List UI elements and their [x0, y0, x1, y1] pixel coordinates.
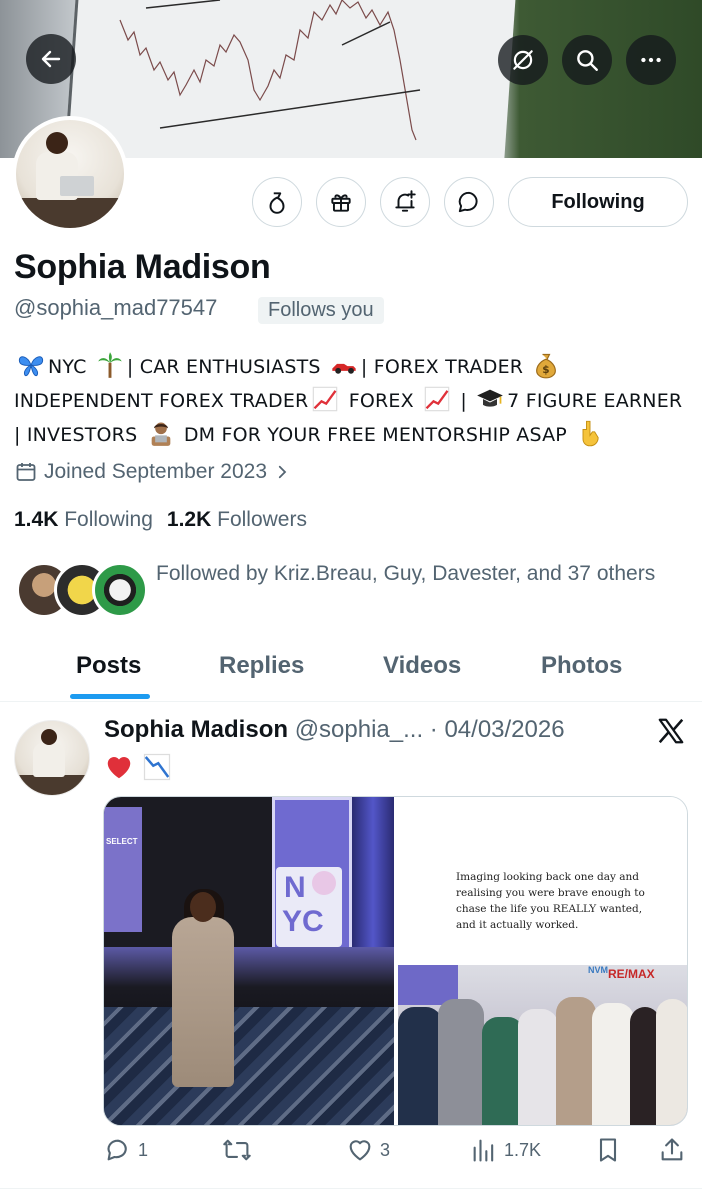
- bookmark-button[interactable]: [594, 1136, 622, 1164]
- chart-increasing-icon: [424, 386, 450, 412]
- followers-label: Followers: [217, 508, 307, 531]
- message-icon: [458, 191, 478, 213]
- repost-button[interactable]: [222, 1136, 258, 1164]
- following-count: 1.4K: [14, 508, 59, 531]
- tab-replies[interactable]: Replies: [219, 652, 304, 680]
- bio-text: INDEPENDENT FOREX TRADER: [14, 390, 309, 412]
- pointing-down-icon: [582, 420, 599, 447]
- explore-icon: [513, 50, 533, 70]
- bio-text: NYC: [48, 356, 87, 378]
- bio-text: FOREX: [348, 390, 414, 412]
- tip-icon: [269, 192, 285, 214]
- repost-icon: [223, 1139, 251, 1161]
- followers-count: 1.2K: [166, 508, 212, 531]
- like-button[interactable]: 3: [346, 1136, 390, 1164]
- svg-text:$: $: [543, 364, 551, 376]
- butterfly-icon: [18, 356, 44, 377]
- bio-text: |: [460, 390, 467, 412]
- joined-text: Joined September 2023: [44, 460, 267, 483]
- follows-you-badge: Follows you: [258, 297, 384, 324]
- nyc-sign: N YC: [276, 867, 342, 947]
- avatar: [92, 562, 148, 618]
- reply-button[interactable]: 1: [104, 1136, 148, 1164]
- palm-tree-icon: [98, 352, 122, 378]
- bookmark-icon: [599, 1138, 617, 1162]
- bio-text: | FOREX TRADER: [360, 356, 524, 378]
- like-count: 3: [380, 1139, 391, 1160]
- following-button[interactable]: Following: [508, 177, 688, 227]
- post-text: [104, 752, 172, 782]
- post-image-right[interactable]: Imaging looking back one day and realisi…: [398, 797, 687, 1125]
- calendar-icon: [16, 463, 36, 481]
- profile-bio: NYC | CAR ENTHUSIASTS | FOREX TRADER $ I…: [14, 350, 694, 452]
- post-author-name[interactable]: Sophia Madison: [104, 716, 288, 743]
- like-icon: [349, 1140, 371, 1161]
- followed-by-avatars[interactable]: [16, 562, 148, 620]
- post-author-avatar[interactable]: [14, 720, 90, 796]
- post-actions: 1 3 1.7K: [104, 1136, 688, 1172]
- follow-counts: 1.4K Following 1.2K Followers: [14, 508, 307, 532]
- followed-by-text[interactable]: Followed by Kriz.Breau, Guy, Davester, a…: [156, 558, 656, 590]
- active-tab-indicator: [70, 694, 150, 699]
- views-button[interactable]: 1.7K: [470, 1136, 541, 1164]
- share-icon: [661, 1138, 683, 1161]
- post-author-handle[interactable]: @sophia_...: [295, 716, 423, 743]
- following-link[interactable]: 1.4K Following: [14, 508, 153, 531]
- share-button[interactable]: [658, 1136, 686, 1164]
- message-button[interactable]: [444, 177, 494, 227]
- profile-name: Sophia Madison: [14, 248, 271, 286]
- profile-avatar[interactable]: [12, 116, 128, 232]
- explore-button[interactable]: [498, 35, 548, 85]
- divider: [0, 1188, 702, 1189]
- heart-icon: [107, 757, 131, 779]
- back-button[interactable]: [26, 34, 76, 84]
- tab-posts[interactable]: Posts: [76, 652, 141, 680]
- money-bag-icon: $: [536, 353, 557, 379]
- bio-text: | INVESTORS: [14, 424, 138, 446]
- screen-text: SELECT: [106, 837, 138, 846]
- tab-photos[interactable]: Photos: [541, 652, 622, 680]
- gift-icon: [331, 194, 351, 212]
- gift-button[interactable]: [316, 177, 366, 227]
- profile-handle: @sophia_mad77547: [14, 295, 218, 320]
- profile-tabs: Posts Replies Videos Photos: [0, 640, 702, 702]
- reply-count: 1: [138, 1139, 149, 1160]
- view-count: 1.7K: [504, 1139, 542, 1160]
- x-logo-icon: [658, 718, 684, 744]
- views-icon: [473, 1139, 494, 1162]
- banner-chart-image: [119, 0, 421, 141]
- notification-bell-icon: [395, 190, 416, 212]
- chart-increasing-icon: [313, 386, 338, 412]
- post-date[interactable]: · 04/03/2026: [430, 716, 565, 743]
- followers-link[interactable]: 1.2K Followers: [167, 508, 307, 531]
- post-header: Sophia Madison @sophia_... · 04/03/2026: [104, 716, 565, 744]
- graduation-cap-icon: [477, 389, 504, 407]
- search-icon: [577, 50, 598, 71]
- following-label: Following: [64, 508, 153, 531]
- chart-decreasing-icon: [143, 753, 171, 781]
- back-arrow-icon: [41, 50, 61, 68]
- tip-button[interactable]: [252, 177, 302, 227]
- more-icon: [641, 57, 661, 63]
- bio-text: 7 FIGURE EARNER: [507, 390, 683, 412]
- post-media[interactable]: SELECT N YC Imaging looking back one day…: [103, 796, 688, 1126]
- group-photo: NVM RE/MAX: [398, 965, 687, 1125]
- bio-text: | CAR ENTHUSIASTS: [126, 356, 321, 378]
- quote-text: Imaging looking back one day and realisi…: [456, 871, 645, 931]
- notifications-button[interactable]: [380, 177, 430, 227]
- search-button[interactable]: [562, 35, 612, 85]
- joined-date[interactable]: Joined September 2023: [14, 460, 291, 484]
- post-image-left[interactable]: SELECT N YC: [104, 797, 394, 1125]
- race-car-icon: [332, 363, 356, 374]
- tab-videos[interactable]: Videos: [383, 652, 461, 680]
- chevron-right-icon: [278, 465, 287, 479]
- reply-icon: [107, 1139, 127, 1161]
- bio-text: DM FOR YOUR FREE MENTORSHIP ASAP: [183, 424, 567, 446]
- man-technologist-icon: [151, 422, 170, 446]
- more-button[interactable]: [626, 35, 676, 85]
